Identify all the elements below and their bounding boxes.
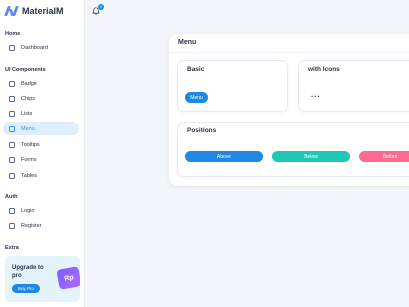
menu-before-button[interactable]: Before xyxy=(359,151,409,162)
sidebar-item-label: Menu xyxy=(21,125,35,132)
sidebar-item-menu[interactable]: Menu xyxy=(3,122,79,135)
register-icon xyxy=(9,222,15,229)
section-title-extra: Extra xyxy=(5,245,19,251)
sidebar-item-badge[interactable]: Badge xyxy=(3,77,79,90)
promo-illustration-icon: Rp xyxy=(56,266,80,290)
sidebar-item-label: Dashboard xyxy=(21,44,48,51)
promo-text: Upgrade to pro xyxy=(12,265,44,279)
sidebar-item-label: Forms xyxy=(21,156,37,163)
menu-icon xyxy=(9,125,15,132)
sidebar-item-chips[interactable]: Chips xyxy=(3,92,79,105)
page-title: Menu xyxy=(178,39,197,46)
sidebar-item-label: Tables xyxy=(21,172,37,179)
menu-above-button[interactable]: Above xyxy=(185,151,263,162)
login-icon xyxy=(9,207,15,214)
sidebar-item-tooltips[interactable]: Tooltips xyxy=(3,138,79,151)
section-title-ui-components: UI Components xyxy=(5,67,46,73)
tooltips-icon xyxy=(9,141,15,148)
sidebar: MaterialM Home Dashboard UI Components B… xyxy=(0,0,85,307)
lists-icon xyxy=(9,110,15,117)
sidebar-item-lists[interactable]: Lists xyxy=(3,107,79,120)
tables-icon xyxy=(9,172,15,179)
brand-name: MaterialM xyxy=(22,6,64,16)
sidebar-item-register[interactable]: Register xyxy=(3,219,79,232)
basic-menu-button[interactable]: Menu xyxy=(185,92,208,103)
section-title-home: Home xyxy=(5,31,21,37)
badge-icon xyxy=(9,80,15,87)
brand-logo-icon xyxy=(4,6,19,16)
sidebar-item-label: Tooltips xyxy=(21,141,40,148)
dashboard-icon xyxy=(9,44,15,51)
chips-icon xyxy=(9,95,15,102)
sidebar-item-label: Register xyxy=(21,222,42,229)
sidebar-item-tables[interactable]: Tables xyxy=(3,169,79,182)
sidebar-item-label: Login xyxy=(21,207,35,214)
sidebar-item-label: Badge xyxy=(21,80,37,87)
basic-title: Basic xyxy=(187,66,205,73)
sidebar-item-forms[interactable]: Forms xyxy=(3,153,79,166)
sidebar-item-label: Chips xyxy=(21,95,36,102)
upgrade-promo-card: Upgrade to pro Buy Pro Rp xyxy=(5,256,80,302)
sidebar-item-dashboard[interactable]: Dashboard xyxy=(3,41,79,54)
sidebar-item-login[interactable]: Login xyxy=(3,204,79,217)
card-divider xyxy=(169,52,409,53)
icons-title: with Icons xyxy=(308,66,340,73)
buy-pro-button[interactable]: Buy Pro xyxy=(12,284,40,293)
sidebar-item-label: Lists xyxy=(21,110,33,117)
menu-below-button[interactable]: Below xyxy=(272,151,350,162)
positions-title: Positions xyxy=(187,127,217,134)
more-dots-icon[interactable]: ··· xyxy=(311,92,321,101)
section-title-auth: Auth xyxy=(5,194,18,200)
brand[interactable]: MaterialM xyxy=(4,4,64,18)
notification-badge: 0 xyxy=(98,4,104,10)
forms-icon xyxy=(9,156,15,163)
